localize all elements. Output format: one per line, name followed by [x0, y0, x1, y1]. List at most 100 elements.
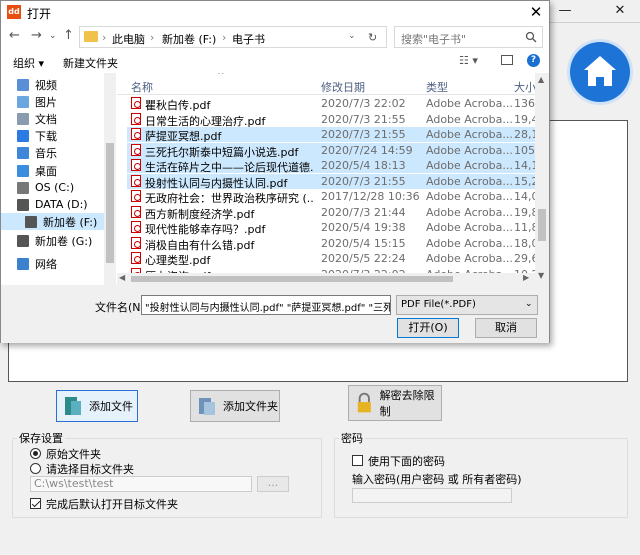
pdf-file-icon — [131, 252, 141, 264]
nav-item-label: 新加卷 (F:) — [43, 215, 98, 229]
file-row[interactable]: 消极自由有什么错.pdf 2020/5/4 15:15 Adobe Acroba..… — [127, 236, 549, 252]
nav-item[interactable]: 桌面 — [17, 162, 57, 179]
nav-item[interactable]: 新加卷 (G:) — [17, 232, 92, 249]
nav-pane-scrollbar[interactable] — [104, 73, 116, 285]
column-type[interactable]: 类型 — [426, 79, 448, 95]
breadcrumb-pc[interactable]: 此电脑 — [112, 31, 145, 47]
file-date: 2020/7/3 21:55 — [321, 128, 406, 141]
close-window-button[interactable]: ✕ — [600, 0, 640, 22]
target-folder-input[interactable]: C:\ws\test\test — [30, 476, 252, 492]
sort-arrow-icon: ^ — [217, 73, 225, 81]
home-button[interactable] — [570, 42, 630, 102]
organize-menu[interactable]: 组织 ▾ — [13, 55, 44, 71]
help-icon[interactable]: ? — [527, 54, 540, 67]
view-options-icon[interactable]: ☷ ▾ — [459, 54, 478, 67]
up-arrow-icon[interactable]: ↑ — [63, 28, 74, 43]
file-row[interactable]: 萨提亚冥想.pdf 2020/7/3 21:55 Adobe Acroba... 28… — [127, 127, 549, 143]
pdf-file-icon — [131, 112, 141, 125]
search-box[interactable]: 搜索"电子书" — [394, 26, 543, 48]
address-bar[interactable]: › 此电脑 › 新加卷 (F:) › 电子书 ⌄ ↻ — [79, 26, 387, 48]
lock-icon — [357, 392, 371, 413]
dialog-titlebar[interactable]: dd 打开 ✕ — [1, 1, 549, 23]
add-folder-icon — [199, 398, 215, 415]
add-folder-button[interactable]: 添加文件夹 — [190, 390, 280, 422]
preview-pane-icon[interactable] — [501, 55, 513, 65]
file-row[interactable]: 瞿秋白传.pdf 2020/7/3 22:02 Adobe Acroba... 136… — [127, 96, 549, 112]
column-header-row: 名称 ^ 修改日期 类型 大小 — [117, 73, 549, 95]
nav-item-icon — [17, 95, 29, 108]
dialog-title: 打开 — [27, 7, 52, 21]
scroll-down-icon[interactable]: ▼ — [538, 271, 544, 280]
breadcrumb-drive[interactable]: 新加卷 (F:) — [162, 31, 216, 47]
file-list-hscrollbar[interactable]: ◀ ▶ — [117, 273, 535, 285]
nav-item[interactable]: OS (C:) — [17, 179, 74, 196]
nav-scroll-thumb[interactable] — [106, 143, 114, 263]
radio-choose-label: 请选择目标文件夹 — [46, 463, 134, 476]
nav-item[interactable]: 网络 — [17, 255, 57, 272]
file-row[interactable]: 三死托尔斯泰中短篇小说选.pdf 2020/7/24 14:59 Adobe Acr… — [127, 142, 549, 159]
file-row[interactable]: 生活在碎片之中——论后现代道德... 2020/5/4 18:13 Adobe Ac… — [127, 158, 549, 174]
radio-original-label: 原始文件夹 — [46, 448, 101, 461]
filename-input[interactable]: "投射性认同与内摄性认同.pdf" "萨提亚冥想.pdf" "三死托尔 — [141, 295, 391, 315]
breadcrumb-folder[interactable]: 电子书 — [232, 31, 265, 47]
forward-arrow-icon[interactable]: → — [31, 28, 42, 43]
nav-item[interactable]: 音乐 — [17, 144, 57, 161]
back-arrow-icon[interactable]: ← — [9, 28, 20, 43]
file-row[interactable]: 投射性认同与内摄性认同.pdf 2020/7/3 21:55 Adobe Acrob… — [127, 173, 549, 190]
pdf-file-icon — [131, 205, 141, 218]
nav-item[interactable]: 文档 — [17, 110, 57, 127]
file-list-vscrollbar[interactable]: ▲ ▼ — [535, 73, 549, 285]
search-icon — [525, 31, 537, 43]
column-name[interactable]: 名称 — [131, 79, 153, 95]
nav-item[interactable]: 下载 — [17, 127, 57, 144]
nav-item-label: 桌面 — [35, 164, 57, 178]
chevron-down-icon: ⌄ — [525, 299, 533, 309]
recent-chevron-icon[interactable]: ⌄ — [49, 31, 57, 41]
dialog-close-button[interactable]: ✕ — [523, 2, 549, 22]
file-row[interactable]: 无政府社会：世界政治秩序研究 (... 2017/12/28 10:36 Adobe… — [127, 189, 549, 205]
file-type: Adobe Acroba... — [426, 174, 513, 188]
hscroll-thumb[interactable] — [131, 276, 453, 282]
address-dropdown-icon[interactable]: ⌄ — [348, 31, 356, 41]
dialog-toolbar: 组织 ▾ 新建文件夹 ☷ ▾ ? — [1, 51, 549, 73]
scroll-right-icon[interactable]: ▶ — [523, 273, 529, 282]
file-row[interactable]: 心理类型.pdf 2020/5/5 22:24 Adobe Acroba... 29,… — [127, 251, 549, 267]
new-folder-button[interactable]: 新建文件夹 — [63, 55, 118, 71]
password-input[interactable] — [352, 488, 512, 503]
scroll-left-icon[interactable]: ◀ — [119, 273, 125, 282]
minimize-button[interactable]: — — [545, 0, 585, 22]
nav-item[interactable]: DATA (D:) — [17, 196, 88, 213]
file-row[interactable]: 西方新制度经济学.pdf 2020/7/3 21:44 Adobe Acroba..… — [127, 205, 549, 221]
open-button[interactable]: 打开(O) — [397, 318, 459, 338]
cancel-button[interactable]: 取消 — [475, 318, 537, 338]
column-size[interactable]: 大小 — [514, 79, 536, 95]
refresh-icon[interactable]: ↻ — [368, 31, 377, 44]
open-after-checkbox[interactable]: 完成后默认打开目标文件夹 — [30, 496, 178, 512]
radio-original-folder[interactable]: 原始文件夹 — [30, 446, 101, 462]
file-type: Adobe Acroba... — [426, 221, 513, 234]
nav-item-icon — [17, 234, 29, 247]
file-row[interactable]: 日常生活的心理治疗.pdf 2020/7/3 21:55 Adobe Acroba.… — [127, 112, 549, 128]
add-file-label: 添加文件 — [89, 400, 133, 413]
password-title: 密码 — [341, 432, 363, 445]
nav-item-icon — [17, 78, 29, 91]
column-date[interactable]: 修改日期 — [321, 79, 365, 95]
scroll-up-icon[interactable]: ▲ — [538, 75, 544, 84]
filetype-select[interactable]: PDF File(*.PDF) ⌄ — [396, 295, 538, 315]
pdf-file-icon — [131, 221, 141, 233]
browse-button[interactable]: ... — [257, 476, 289, 492]
use-password-checkbox[interactable]: 使用下面的密码 — [352, 453, 445, 469]
nav-item-label: 文档 — [35, 112, 57, 126]
nav-item[interactable]: 新加卷 (F:) — [1, 213, 104, 230]
breadcrumb-separator: › — [150, 31, 155, 44]
file-row[interactable]: 现代性能够幸存吗？.pdf 2020/5/4 19:38 Adobe Acroba.… — [127, 220, 549, 236]
pdf-file-icon — [131, 190, 141, 202]
file-type: Adobe Acroba... — [426, 190, 513, 203]
radio-choose-folder[interactable]: 请选择目标文件夹 — [30, 461, 134, 477]
add-file-button[interactable]: 添加文件 — [56, 390, 138, 422]
vscroll-thumb[interactable] — [538, 209, 546, 241]
nav-item[interactable]: 视频 — [17, 76, 57, 93]
decrypt-label: 解密去除限制 — [379, 389, 435, 418]
nav-item[interactable]: 图片 — [17, 93, 57, 110]
decrypt-button[interactable]: 解密去除限制 — [348, 385, 442, 421]
